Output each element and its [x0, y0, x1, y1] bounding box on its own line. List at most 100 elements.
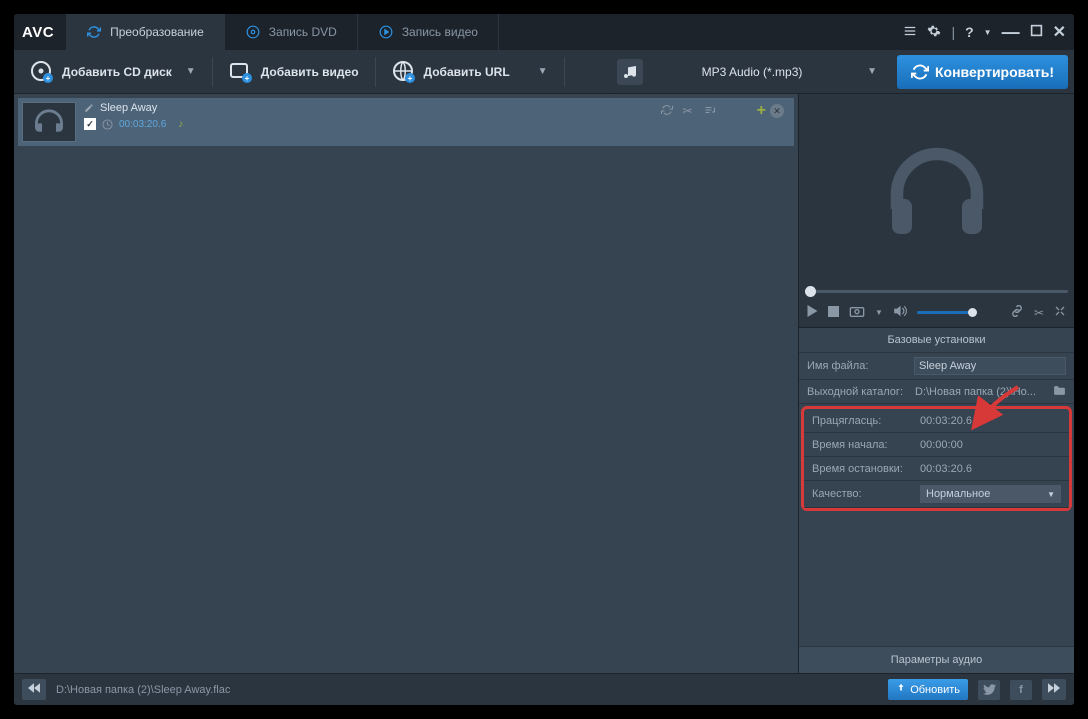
video-add-icon: +	[229, 60, 253, 84]
remove-icon[interactable]: ✕	[770, 104, 784, 118]
chevron-down-icon[interactable]: ▼	[875, 308, 883, 317]
separator	[564, 57, 565, 87]
prop-value: 00:03:20.6	[920, 415, 1061, 427]
minimize-icon[interactable]: —	[1002, 22, 1020, 43]
prop-label: Время начала:	[812, 439, 920, 451]
svg-text:+: +	[244, 74, 249, 83]
prop-label: Працягласць:	[812, 415, 920, 427]
twitter-icon[interactable]	[978, 680, 1000, 700]
button-label: Конвертировать!	[935, 64, 1054, 80]
scissors-icon[interactable]: ✂	[683, 104, 693, 118]
add-video-button[interactable]: + Добавить видео	[219, 54, 369, 90]
app-window: AVC Преобразование Запись DVD Запись вид…	[14, 14, 1074, 705]
settings-header: Базовые установки	[799, 328, 1074, 353]
preview-area	[799, 94, 1074, 284]
refresh-icon	[86, 24, 102, 40]
separator	[212, 57, 213, 87]
music-note-icon: ♪	[178, 119, 183, 130]
status-path: D:\Новая папка (2)\Sleep Away.flac	[56, 684, 878, 696]
quality-select[interactable]: Нормальное ▼	[920, 485, 1061, 503]
seek-slider[interactable]	[799, 284, 1074, 298]
add-icon[interactable]: +	[757, 102, 766, 120]
collapse-right-button[interactable]	[1042, 679, 1066, 700]
tab-label: Запись видео	[402, 25, 478, 39]
output-dir-value: D:\Новая папка (2)\Но...	[915, 386, 1049, 398]
button-label: Добавить URL	[424, 65, 510, 79]
tab-video[interactable]: Запись видео	[358, 14, 499, 50]
tab-dvd[interactable]: Запись DVD	[225, 14, 358, 50]
prop-value: 00:00:00	[920, 439, 1061, 451]
file-checkbox[interactable]: ✓	[84, 118, 96, 130]
prop-label: Имя файла:	[807, 360, 914, 372]
file-list-panel: Sleep Away ✓ 00:03:20.6 ♪ ✂	[14, 94, 798, 673]
volume-slider[interactable]	[917, 311, 977, 314]
headphones-icon	[31, 108, 67, 136]
chevron-down-icon: ▼	[186, 66, 196, 77]
scissors-icon[interactable]: ✂	[1034, 306, 1044, 320]
add-url-button[interactable]: + Добавить URL ▼	[382, 54, 558, 90]
add-cd-button[interactable]: + Добавить CD диск ▼	[20, 54, 206, 90]
prop-label: Время остановки:	[812, 463, 920, 475]
refresh-icon	[911, 63, 929, 81]
format-label: MP3 Audio (*.mp3)	[653, 65, 851, 79]
title-bar: AVC Преобразование Запись DVD Запись вид…	[14, 14, 1074, 50]
prop-output-dir: Выходной каталог: D:\Новая папка (2)\Но.…	[799, 380, 1074, 404]
player-controls: ▼ ✂	[799, 298, 1074, 328]
pencil-icon[interactable]	[84, 103, 94, 113]
separator	[375, 57, 376, 87]
prop-duration: Працягласць: 00:03:20.6	[804, 409, 1069, 433]
gear-icon[interactable]	[927, 24, 941, 41]
upload-icon	[896, 683, 906, 696]
toolbar: + Добавить CD диск ▼ + Добавить видео + …	[14, 50, 1074, 94]
globe-add-icon: +	[392, 60, 416, 84]
audio-params-button[interactable]: Параметры аудио	[799, 646, 1074, 673]
prop-value: 00:03:20.6	[920, 463, 1061, 475]
file-title: Sleep Away	[100, 102, 157, 114]
app-logo: AVC	[22, 24, 54, 41]
main-tabs: Преобразование Запись DVD Запись видео	[66, 14, 903, 50]
file-item[interactable]: Sleep Away ✓ 00:03:20.6 ♪ ✂	[18, 98, 794, 146]
tab-label: Преобразование	[110, 25, 204, 39]
button-label: Добавить видео	[261, 65, 359, 79]
disc-icon	[245, 24, 261, 40]
file-thumbnail	[22, 102, 76, 142]
folder-icon[interactable]	[1053, 385, 1066, 399]
chevron-down-icon: ▼	[538, 66, 548, 77]
prop-label: Выходной каталог:	[807, 386, 915, 398]
right-panel: ▼ ✂ Базовые установки Имя файла:	[798, 94, 1074, 673]
cd-add-icon: +	[30, 60, 54, 84]
svg-text:+: +	[46, 74, 51, 83]
play-icon[interactable]	[807, 305, 818, 320]
stop-icon[interactable]	[828, 306, 839, 320]
playlist-icon[interactable]	[703, 104, 717, 119]
filename-input[interactable]	[914, 357, 1066, 375]
status-bar: D:\Новая папка (2)\Sleep Away.flac Обнов…	[14, 673, 1074, 705]
chevron-down-icon: ▼	[867, 66, 877, 77]
expand-icon[interactable]	[1054, 305, 1066, 320]
prop-filename: Имя файла:	[799, 353, 1074, 380]
maximize-icon[interactable]	[1030, 24, 1043, 40]
format-selector[interactable]: MP3 Audio (*.mp3) ▼	[607, 55, 887, 89]
clock-icon	[102, 119, 113, 130]
collapse-left-button[interactable]	[22, 679, 46, 700]
volume-icon[interactable]	[893, 305, 907, 320]
facebook-icon[interactable]: f	[1010, 680, 1032, 700]
file-duration: 00:03:20.6	[119, 119, 166, 130]
prop-start-time: Время начала: 00:00:00	[804, 433, 1069, 457]
play-icon	[378, 24, 394, 40]
close-icon[interactable]: ✕	[1053, 22, 1066, 42]
list-icon[interactable]	[903, 24, 917, 41]
prop-label: Качество:	[812, 488, 920, 500]
link-icon[interactable]	[1010, 305, 1024, 320]
update-button[interactable]: Обновить	[888, 679, 968, 700]
headphones-icon	[877, 139, 997, 239]
help-dropdown-icon[interactable]: ▼	[984, 28, 992, 37]
button-label: Добавить CD диск	[62, 65, 172, 79]
help-icon[interactable]: ?	[965, 24, 974, 40]
camera-icon[interactable]	[849, 305, 865, 320]
convert-button[interactable]: Конвертировать!	[897, 55, 1068, 89]
tab-convert[interactable]: Преобразование	[66, 14, 225, 50]
refresh-icon[interactable]	[661, 104, 673, 119]
chevron-down-icon: ▼	[1047, 490, 1055, 499]
highlighted-settings: Працягласць: 00:03:20.6 Время начала: 00…	[801, 406, 1072, 511]
